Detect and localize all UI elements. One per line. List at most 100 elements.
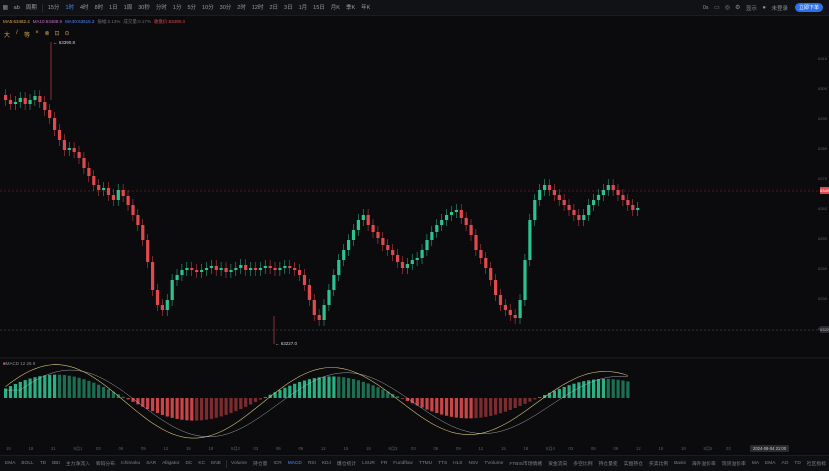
candle-body — [386, 245, 390, 250]
indicator-tab[interactable]: 多空比例 — [570, 460, 595, 467]
candle-body — [587, 205, 591, 215]
high-value: 63390.8 — [58, 40, 76, 45]
candle-body — [410, 260, 414, 264]
date-tick: 09 — [298, 446, 304, 451]
candle-body — [13, 102, 17, 104]
indicator-tab[interactable]: TD — [791, 461, 803, 466]
macd-histogram-bar — [484, 398, 488, 417]
candle-body — [165, 300, 169, 310]
macd-histogram-bar — [234, 398, 238, 412]
macd-histogram-bar — [420, 398, 424, 408]
candle-body — [347, 240, 351, 250]
price-axis-label: 6230 — [818, 296, 827, 301]
indicator-tab[interactable]: KDJ — [319, 461, 334, 466]
candle-body — [209, 266, 213, 268]
indicator-tab[interactable]: TTS — [435, 461, 450, 466]
low-value: 63227.0 — [280, 341, 298, 346]
indicator-tab[interactable]: Alligator — [159, 461, 182, 466]
candle-body — [464, 218, 468, 225]
indicator-tab[interactable]: ENE — [208, 461, 224, 466]
candle-body — [601, 190, 605, 195]
macd-histogram-bar — [185, 398, 189, 421]
indicator-tab[interactable]: 资金流向 — [545, 460, 570, 467]
indicator-tab[interactable]: SAR — [143, 461, 159, 466]
indicator-tab[interactable]: AO — [778, 461, 791, 466]
indicator-tab[interactable]: Fundflow — [390, 461, 415, 466]
candle-body — [160, 305, 164, 310]
candle-body — [106, 188, 111, 195]
indicator-tabs: EMA BOLL TD BBI 主力净流入 筹码分布 Ichimoku SAR Alligato… — [0, 455, 829, 471]
indicator-tab[interactable]: 买卖比例 — [646, 460, 671, 467]
candle-body — [28, 100, 32, 104]
indicator-tab[interactable]: 爆仓统计 — [334, 460, 359, 467]
candle-body — [454, 210, 458, 212]
candle-body — [312, 300, 316, 315]
indicator-tab[interactable]: TD — [37, 461, 49, 466]
crosshair-date: 2024-08-04 21:00 — [750, 445, 790, 452]
candle-body — [67, 148, 71, 150]
indicator-tab[interactable]: FR — [378, 461, 390, 466]
macd-histogram-bar — [97, 384, 101, 398]
indicator-tab[interactable]: RSI — [305, 461, 319, 466]
indicator-tab[interactable]: Ichimoku — [118, 461, 143, 466]
candle-body — [92, 176, 96, 185]
date-tick: 06 — [276, 446, 281, 451]
indicator-tab[interactable]: 实盘持仓 — [621, 460, 646, 467]
candle-body — [631, 205, 635, 210]
indicator-tab[interactable]: FTBIS市场情绪 — [506, 460, 545, 467]
date-tick: 12 — [636, 446, 641, 451]
macd-histogram-bar — [440, 398, 444, 415]
macd-histogram-bar — [200, 398, 204, 421]
candle-body — [621, 195, 625, 200]
indicator-tab[interactable]: TTMU — [416, 461, 435, 466]
indicator-tab[interactable]: Basis — [671, 461, 689, 466]
date-tick: 03 — [411, 446, 416, 451]
candle-body — [479, 250, 483, 258]
indicator-tab[interactable]: BBI — [49, 461, 63, 466]
indicator-tab[interactable]: 现货溢价率 — [719, 460, 749, 467]
date-tick: 8月4 — [546, 446, 555, 451]
indicator-tab[interactable]: BOLL — [18, 461, 36, 466]
candle-body — [440, 220, 444, 225]
indicator-tab[interactable]: EMA — [762, 461, 778, 466]
candle-body — [102, 188, 106, 190]
macd-histogram-bar — [38, 376, 42, 398]
macd-histogram-bar — [151, 398, 155, 412]
indicator-tab[interactable]: 海外溢价率 — [689, 460, 719, 467]
indicator-tab[interactable]: LSUR — [359, 461, 378, 466]
indicator-tab[interactable]: NSV — [466, 461, 482, 466]
indicator-tab[interactable]: HLS — [450, 461, 465, 466]
macd-histogram-bar — [528, 398, 532, 402]
candle-body — [268, 266, 272, 268]
indicator-tab[interactable]: TVolume — [481, 461, 506, 466]
macd-histogram-bar — [180, 398, 184, 420]
candle-body — [494, 280, 498, 295]
candle-body — [636, 208, 640, 210]
indicator-tab[interactable]: 社区指标 — [804, 460, 829, 467]
macd-histogram-bar — [503, 398, 507, 412]
indicator-tab[interactable]: KC — [195, 461, 208, 466]
macd-histogram-bar — [508, 398, 512, 410]
indicator-tab[interactable]: Volume — [228, 461, 250, 466]
candle-body — [97, 185, 101, 190]
candle-body — [616, 190, 620, 195]
macd-histogram-bar — [263, 397, 267, 398]
macd-histogram-bar — [327, 376, 331, 398]
date-tick: 15 — [658, 446, 664, 451]
candle-body — [283, 266, 287, 268]
indicator-tab[interactable]: MACD — [285, 461, 305, 466]
indicator-tab[interactable]: 筹码分布 — [93, 460, 118, 467]
candlestick-chart[interactable] — [0, 0, 829, 471]
indicator-tab[interactable]: ICR — [270, 461, 284, 466]
indicator-tab[interactable]: DC — [182, 461, 195, 466]
indicator-tab[interactable]: 持仓量变 — [596, 460, 621, 467]
indicator-tab[interactable]: EMA — [2, 461, 18, 466]
candle-body — [116, 190, 120, 200]
indicator-tab[interactable]: 主力净流入 — [63, 460, 93, 467]
indicator-tab[interactable]: MA — [749, 461, 762, 466]
candle-body — [489, 268, 493, 280]
macd-histogram-bar — [626, 381, 630, 398]
macd-histogram-bar — [23, 380, 27, 398]
indicator-tab[interactable]: 持仓量 — [250, 460, 270, 467]
candle-body — [214, 266, 218, 270]
